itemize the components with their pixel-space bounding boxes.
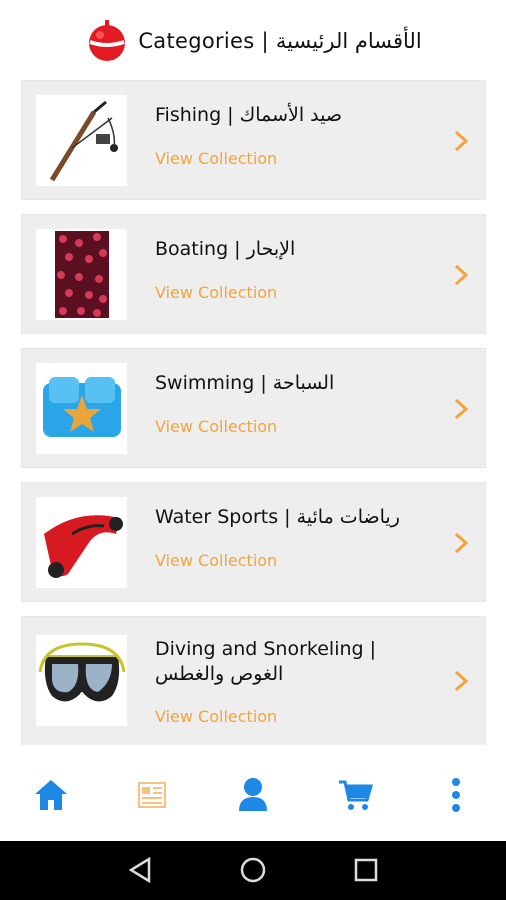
category-card-boating[interactable]: Boating | الإبحار View Collection — [21, 214, 486, 334]
category-card-water-sports[interactable]: Water Sports | رياضات مائية View Collect… — [21, 482, 486, 602]
category-name: Water Sports | رياضات مائية — [155, 506, 400, 528]
bottom-navigation — [0, 745, 506, 841]
view-collection-link[interactable]: View Collection — [155, 551, 277, 570]
app-header: Categories | الأقسام الرئيسية — [0, 0, 506, 82]
system-navigation-bar — [0, 841, 506, 900]
nav-catalog[interactable] — [132, 775, 172, 815]
nav-account[interactable] — [233, 775, 273, 815]
category-name: Fishing | صيد الأسماك — [155, 104, 342, 126]
swim-float-image — [36, 363, 127, 454]
category-name: Diving and Snorkeling | الغوص والغطس — [155, 638, 377, 685]
home-circle-icon[interactable] — [238, 855, 268, 885]
chevron-right-icon — [454, 398, 469, 420]
chevron-right-icon — [454, 532, 469, 554]
chevron-right-icon — [454, 670, 469, 692]
chevron-right-icon — [454, 130, 469, 152]
diving-mask-image — [36, 635, 127, 726]
rope-net-image — [36, 229, 127, 320]
view-collection-link[interactable]: View Collection — [155, 707, 277, 726]
cart-icon — [339, 780, 373, 810]
recents-icon[interactable] — [351, 855, 381, 885]
category-card-swimming[interactable]: Swimming | السباحة View Collection — [21, 348, 486, 468]
back-icon[interactable] — [127, 855, 157, 885]
nav-home[interactable] — [31, 775, 71, 815]
category-card-diving[interactable]: Diving and Snorkeling | الغوص والغطس Vie… — [21, 616, 486, 746]
home-icon — [35, 780, 67, 810]
category-card-fishing[interactable]: Fishing | صيد الأسماك View Collection — [21, 80, 486, 200]
nav-more[interactable] — [436, 775, 476, 815]
category-name: Swimming | السباحة — [155, 372, 335, 394]
catalog-icon — [138, 782, 166, 808]
page-title: Categories | الأقسام الرئيسية — [138, 29, 422, 53]
fishing-rod-image — [36, 95, 127, 186]
view-collection-link[interactable]: View Collection — [155, 417, 277, 436]
category-name: Boating | الإبحار — [155, 238, 296, 260]
more-icon — [452, 778, 460, 812]
nav-cart[interactable] — [335, 775, 375, 815]
view-collection-link[interactable]: View Collection — [155, 149, 277, 168]
account-icon — [239, 778, 267, 811]
fishing-bobber-icon — [89, 20, 126, 61]
chevron-right-icon — [454, 264, 469, 286]
water-scooter-image — [36, 497, 127, 588]
view-collection-link[interactable]: View Collection — [155, 283, 277, 302]
